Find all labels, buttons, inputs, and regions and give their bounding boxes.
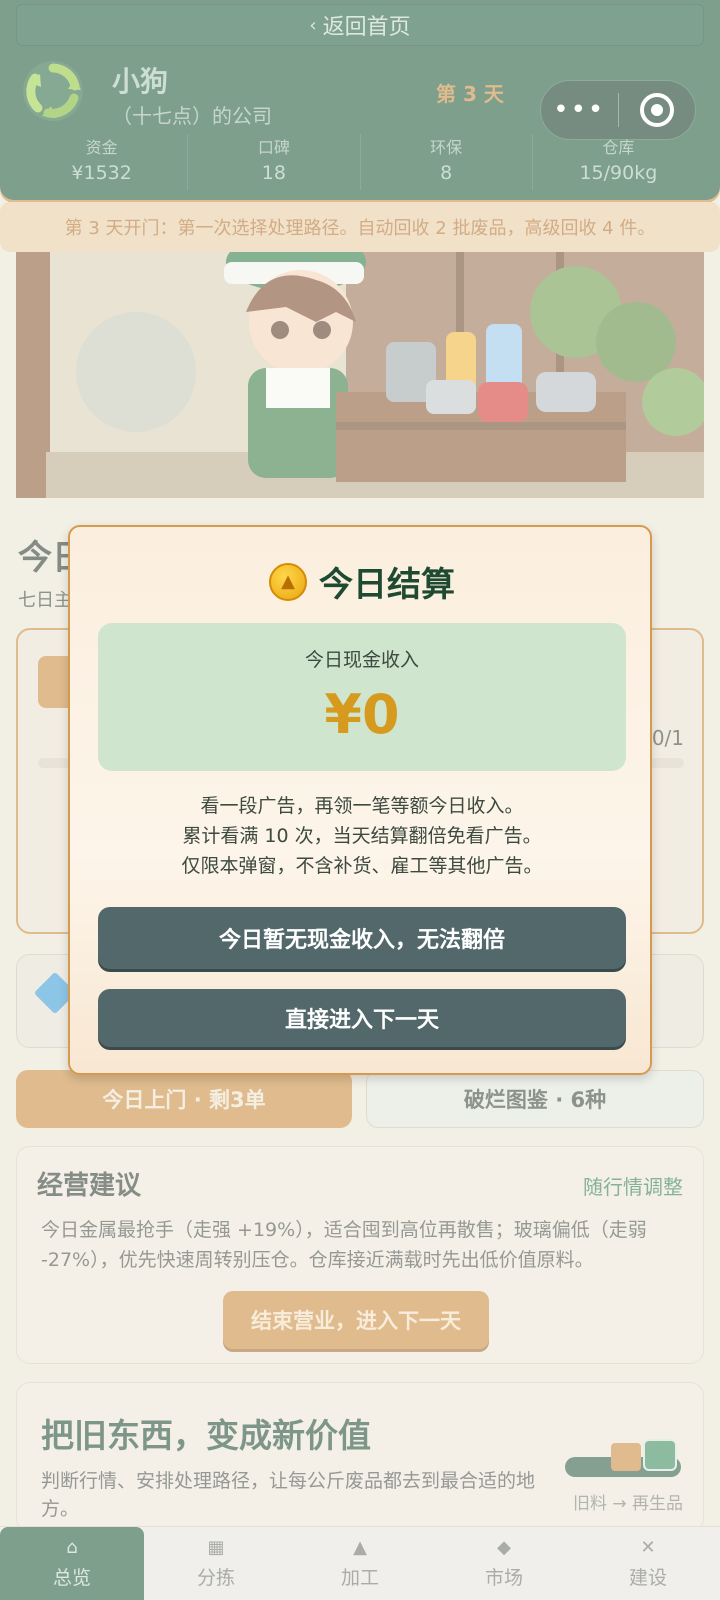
next-day-button[interactable]: 直接进入下一天: [98, 989, 626, 1047]
double-income-button[interactable]: 今日暂无现金收入，无法翻倍: [98, 907, 626, 969]
daily-settlement-modal: ▲ 今日结算 今日现金收入 ¥0 看一段广告，再领一笔等额今日收入。 累计看满 …: [68, 525, 652, 1075]
modal-title: 今日结算: [319, 565, 455, 605]
income-label: 今日现金收入: [304, 649, 419, 671]
game-page: ‹ 返回首页 小狗 （十七点）的公司 第 3 天 ••• 资金 ¥1532 口碑…: [0, 0, 720, 1600]
desc-line: 仅限本弹窗，不含补货、雇工等其他广告。: [181, 855, 543, 877]
desc-line: 累计看满 10 次，当天结算翻倍免看广告。: [182, 825, 542, 847]
coin-icon: ▲: [269, 562, 307, 601]
modal-description: 看一段广告，再领一笔等额今日收入。 累计看满 10 次，当天结算翻倍免看广告。 …: [70, 791, 654, 881]
income-box: 今日现金收入 ¥0: [98, 623, 626, 771]
desc-line: 看一段广告，再领一笔等额今日收入。: [200, 795, 524, 817]
income-value: ¥0: [324, 683, 400, 746]
modal-title-row: ▲ 今日结算: [70, 557, 654, 606]
